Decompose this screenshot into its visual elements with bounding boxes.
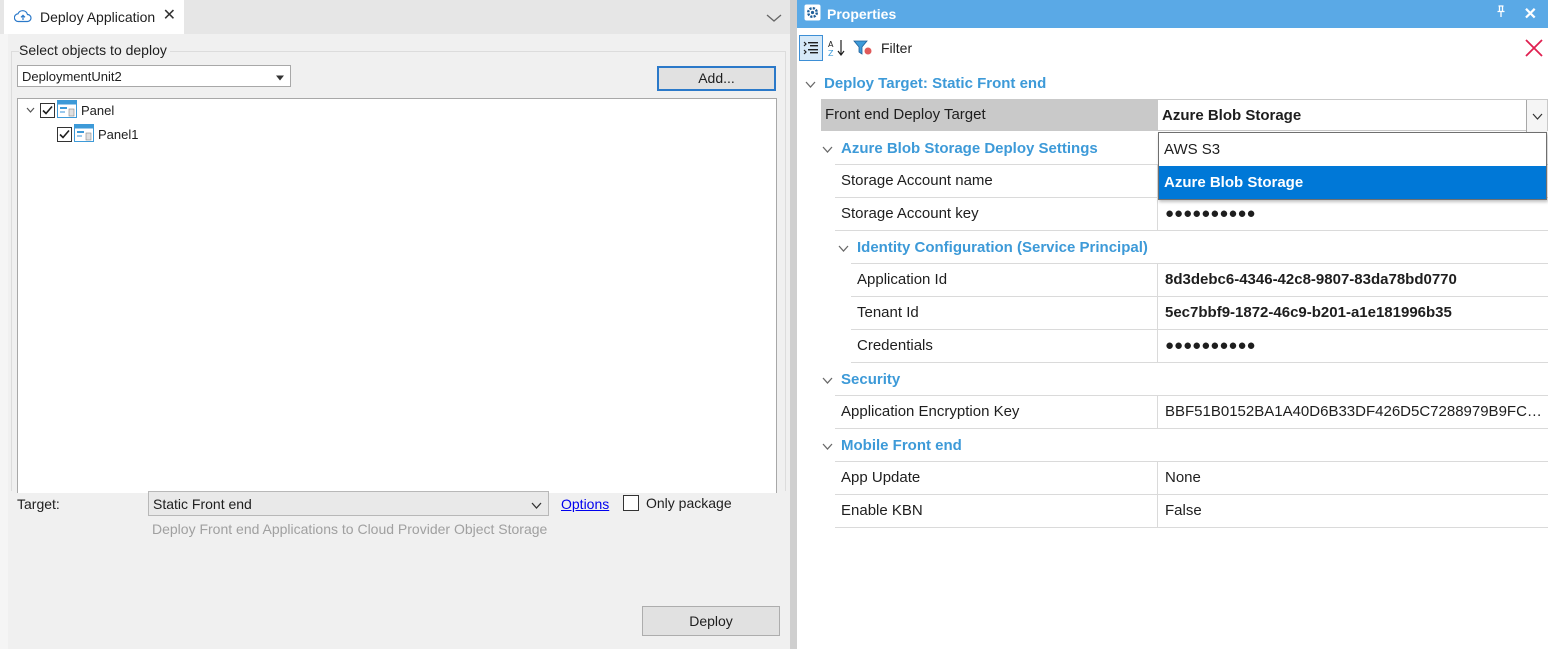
category-identity[interactable]: Identity Configuration (Service Principa… xyxy=(838,231,1148,263)
tenant-id-row[interactable]: Tenant Id 5ec7bbf9-1872-46c9-b201-a1e181… xyxy=(851,297,1548,330)
storage-account-key-row[interactable]: Storage Account key ●●●●●●●●●● xyxy=(835,198,1548,231)
dropdown-arrow-icon xyxy=(276,69,284,84)
property-name: Application Id xyxy=(857,271,948,288)
tab-list-chevron-icon[interactable] xyxy=(766,10,782,26)
tab-title: Deploy Application xyxy=(40,9,156,25)
target-value: Static Front end xyxy=(153,495,252,512)
close-icon[interactable]: ✕ xyxy=(1524,4,1537,24)
property-name: Tenant Id xyxy=(857,304,919,321)
panel1-checkbox[interactable] xyxy=(57,126,72,142)
properties-title-bar: Properties ✕ xyxy=(797,0,1548,28)
objects-tree: Panel Panel1 xyxy=(17,98,777,493)
front-end-deploy-target-row[interactable]: Front end Deploy Target Azure Blob Stora… xyxy=(821,99,1548,132)
property-value[interactable]: ●●●●●●●●●● xyxy=(1157,330,1548,362)
property-name: Enable KBN xyxy=(841,502,923,519)
collapse-chevron-icon xyxy=(822,437,833,454)
app-update-row[interactable]: App Update None xyxy=(835,462,1548,495)
collapse-chevron-icon xyxy=(805,75,816,92)
property-name: App Update xyxy=(841,469,921,486)
property-name: Front end Deploy Target xyxy=(821,99,1157,131)
deploy-button[interactable]: Deploy xyxy=(642,606,780,636)
property-value[interactable]: ●●●●●●●●●● xyxy=(1157,198,1548,230)
dropdown-option-azure-blob-storage[interactable]: Azure Blob Storage xyxy=(1159,166,1546,199)
tab-deploy-application[interactable]: Deploy Application ✕ xyxy=(4,0,184,34)
category-azure-settings[interactable]: Azure Blob Storage Deploy Settings xyxy=(822,132,1098,164)
property-name: Storage Account name xyxy=(841,172,993,189)
category-label: Deploy Target: Static Front end xyxy=(824,74,1047,92)
chevron-down-icon xyxy=(531,496,542,512)
category-mobile[interactable]: Mobile Front end xyxy=(822,429,962,461)
objects-group-label: Select objects to deploy xyxy=(19,42,170,58)
target-description: Deploy Front end Applications to Cloud P… xyxy=(152,521,548,537)
category-label: Azure Blob Storage Deploy Settings xyxy=(841,139,1098,157)
application-id-row[interactable]: Application Id 8d3debc6-4346-42c8-9807-8… xyxy=(851,264,1548,297)
property-value[interactable]: None xyxy=(1157,462,1548,494)
tree-item-panel1[interactable]: Panel1 xyxy=(57,123,139,145)
encryption-key-row[interactable]: Application Encryption Key BBF51B0152BA1… xyxy=(835,396,1548,429)
target-label: Target: xyxy=(17,496,60,512)
property-name: Credentials xyxy=(857,337,933,354)
property-name: Application Encryption Key xyxy=(841,403,1020,420)
only-package-checkbox[interactable] xyxy=(623,495,639,511)
category-security[interactable]: Security xyxy=(822,363,900,395)
tree-item-panel[interactable]: Panel xyxy=(23,99,115,121)
add-button[interactable]: Add... xyxy=(657,66,776,91)
enable-kbn-row[interactable]: Enable KBN False xyxy=(835,495,1548,528)
only-package-toggle[interactable]: Only package xyxy=(623,495,732,511)
deploy-target-dropdown-list: AWS S3 Azure Blob Storage xyxy=(1158,132,1547,200)
panel-object-icon xyxy=(74,123,94,145)
category-label: Identity Configuration (Service Principa… xyxy=(857,238,1148,256)
close-tab-icon[interactable]: ✕ xyxy=(163,8,176,24)
category-deploy-target[interactable]: Deploy Target: Static Front end xyxy=(805,67,1046,99)
tree-item-label: Panel1 xyxy=(98,126,139,142)
property-value[interactable]: 8d3debc6-4346-42c8-9807-83da78bd0770 xyxy=(1157,264,1548,296)
property-value[interactable]: 5ec7bbf9-1872-46c9-b201-a1e181996b35 xyxy=(1157,297,1548,329)
category-label: Mobile Front end xyxy=(841,436,962,454)
collapse-chevron-icon xyxy=(838,239,849,256)
credentials-row[interactable]: Credentials ●●●●●●●●●● xyxy=(851,330,1548,363)
deployment-unit-value: DeploymentUnit2 xyxy=(22,68,122,84)
collapse-chevron-icon xyxy=(822,140,833,157)
document-tabstrip: Deploy Application ✕ xyxy=(0,0,790,34)
collapse-chevron-icon xyxy=(822,371,833,388)
property-value[interactable]: BBF51B0152BA1A40D6B33DF426D5C7288979B9FC… xyxy=(1157,396,1548,428)
cloud-upload-icon xyxy=(13,9,32,26)
only-package-label: Only package xyxy=(646,495,732,511)
panel-splitter[interactable] xyxy=(790,0,797,649)
filter-label: Filter xyxy=(881,40,913,56)
property-name: Storage Account key xyxy=(841,205,979,222)
dropdown-option-aws-s3[interactable]: AWS S3 xyxy=(1159,133,1546,166)
deployment-unit-select[interactable]: DeploymentUnit2 xyxy=(17,65,291,87)
chevron-down-icon[interactable] xyxy=(1526,100,1547,132)
panel-object-icon xyxy=(57,99,77,121)
gear-icon xyxy=(804,4,821,24)
sort-alphabetical-icon[interactable]: AZ xyxy=(825,35,849,61)
tree-item-label: Panel xyxy=(81,102,115,118)
svg-text:A: A xyxy=(828,40,834,49)
panel-checkbox[interactable] xyxy=(40,102,55,118)
filter-icon[interactable] xyxy=(851,35,875,61)
pin-icon[interactable] xyxy=(1496,5,1506,21)
options-link[interactable]: Options xyxy=(561,496,609,512)
clear-filter-icon[interactable] xyxy=(1524,38,1544,61)
svg-text:Z: Z xyxy=(828,49,834,58)
properties-title: Properties xyxy=(827,6,897,22)
target-select[interactable]: Static Front end xyxy=(148,491,549,516)
properties-toolbar: AZ Filter xyxy=(797,33,1548,63)
front-end-deploy-target-select[interactable]: Azure Blob Storage xyxy=(1157,99,1548,132)
properties-panel: Properties ✕ AZ Filter Deploy Target: St… xyxy=(797,0,1548,649)
categorized-view-icon[interactable] xyxy=(799,35,823,61)
category-label: Security xyxy=(841,370,901,388)
deploy-application-panel: Deploy Application ✕ Select objects to d… xyxy=(0,0,790,649)
expand-chevron-icon[interactable] xyxy=(23,107,37,113)
property-value: Azure Blob Storage xyxy=(1162,107,1302,124)
property-value[interactable]: False xyxy=(1157,495,1548,527)
filter-input[interactable] xyxy=(919,36,1519,60)
